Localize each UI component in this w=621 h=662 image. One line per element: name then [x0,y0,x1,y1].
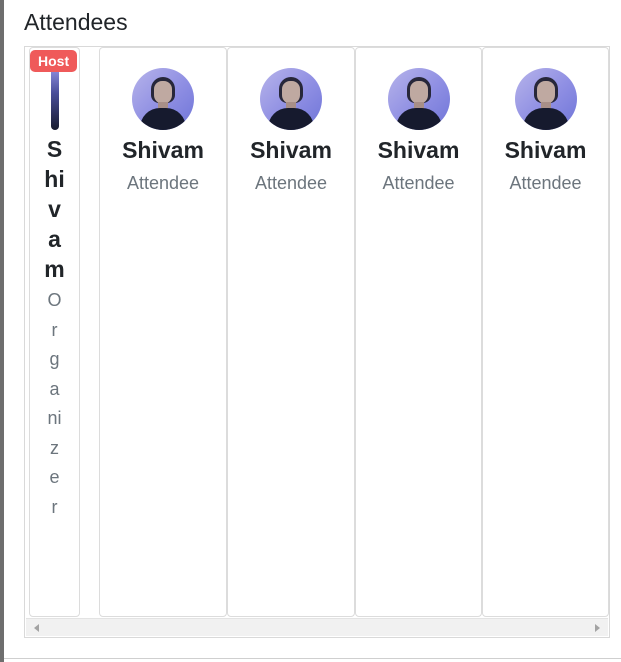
host-badge: Host [30,50,78,72]
avatar-body [268,108,314,130]
attendee-role: Attendee [509,173,582,193]
avatar-face [154,81,172,104]
host-role: Organizer [47,290,62,517]
avatar-body [140,108,186,130]
avatar-body [522,108,569,130]
attendee-card[interactable]: Shivam Attendee [355,47,482,617]
avatar [387,68,450,130]
avatar [132,68,194,130]
avatar [514,68,577,130]
horizontal-scrollbar[interactable] [26,618,608,636]
attendee-card[interactable]: Shivam Attendee [227,47,355,617]
attendee-role: Attendee [126,173,200,193]
avatar-body [395,108,442,130]
attendee-name: Shivam [122,137,204,163]
attendee-scroll-container[interactable]: Shivam Organizer Host Shivam Attendee Sh… [24,46,610,638]
avatar-face [282,81,300,104]
avatar [260,68,322,130]
scroll-right-arrow-icon[interactable] [595,624,600,632]
section-title: Attendees [24,9,128,35]
attendee-card[interactable]: Shivam Attendee [482,47,609,617]
scroll-left-arrow-icon[interactable] [34,624,39,632]
host-card[interactable]: Shivam Organizer [29,47,80,617]
avatar-face [409,81,428,104]
attendee-role: Attendee [382,173,455,193]
host-avatar [50,68,59,130]
attendee-name: Shivam [250,137,332,163]
attendee-role: Attendee [254,173,328,193]
attendees-panel: Attendees Shivam Organizer Host Shivam A… [0,0,621,662]
divider [4,658,621,659]
avatar-face [536,81,555,104]
attendee-card[interactable]: Shivam Attendee [99,47,227,617]
attendee-name: Shivam [504,137,587,163]
host-name: Shivam [44,136,65,282]
attendee-name: Shivam [377,137,460,163]
